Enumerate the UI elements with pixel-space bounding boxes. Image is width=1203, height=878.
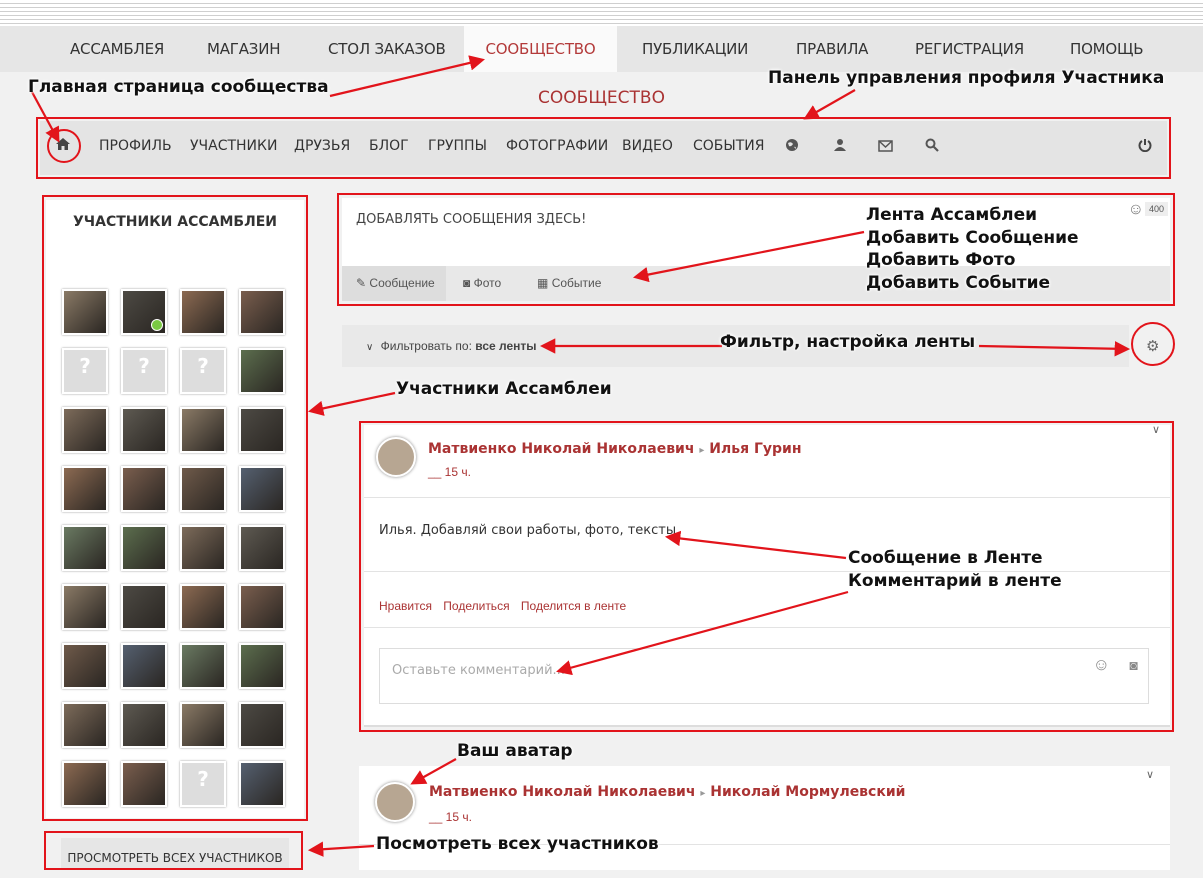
annotation-feed-3: Добавить Фото <box>866 250 1016 270</box>
annotation-view-all: Посмотреть всех участников <box>376 834 659 854</box>
author-avatar[interactable] <box>375 782 415 822</box>
annotation-profile-panel: Панель управления профиля Участника <box>768 68 1165 88</box>
annotation-filter: Фильтр, настройка ленты <box>720 332 976 352</box>
annotation-feed-2: Добавить Сообщение <box>866 228 1079 248</box>
annotation-main-page: Главная страница сообщества <box>28 77 329 97</box>
top-nav-assembly[interactable]: АССАМБЛЕЯ <box>70 26 164 72</box>
annotation-feed-1: Лента Ассамблеи <box>866 205 1038 225</box>
callout-view-all <box>44 831 303 870</box>
top-nav-publications[interactable]: ПУБЛИКАЦИИ <box>642 26 748 72</box>
top-nav-registration[interactable]: РЕГИСТРАЦИЯ <box>915 26 1024 72</box>
feed-post: Матвиенко Николай Николаевич ▸ Николай М… <box>359 766 1170 870</box>
top-nav-shop[interactable]: МАГАЗИН <box>207 26 281 72</box>
top-nav: АССАМБЛЕЯ МАГАЗИН СТОЛ ЗАКАЗОВ СООБЩЕСТВ… <box>0 26 1203 72</box>
annotation-message: Сообщение в Ленте <box>848 548 1043 568</box>
post-time: __ 15 ч. <box>429 810 472 824</box>
callout-gear <box>1131 322 1175 366</box>
filter-value: все ленты <box>475 339 537 353</box>
post-menu-chevron-icon[interactable]: ∨ <box>1146 768 1154 781</box>
filter-prefix: Фильтровать по: <box>380 339 472 353</box>
post-author[interactable]: Матвиенко Николай Николаевич <box>429 784 695 800</box>
annotation-avatar: Ваш аватар <box>457 741 573 761</box>
callout-members <box>42 195 308 821</box>
post-target[interactable]: Николай Мормулевский <box>710 784 905 800</box>
callout-home <box>47 129 81 163</box>
post-author-line: Матвиенко Николай Николаевич ▸ Николай М… <box>429 784 905 800</box>
top-nav-help[interactable]: ПОМОЩЬ <box>1070 26 1144 72</box>
annotation-members: Участники Ассамблеи <box>396 379 612 399</box>
top-nav-community[interactable]: СООБЩЕСТВО <box>464 26 617 72</box>
top-nav-orders[interactable]: СТОЛ ЗАКАЗОВ <box>328 26 446 72</box>
top-stripe <box>0 0 1203 26</box>
post-arrow: ▸ <box>700 788 706 799</box>
chevron-down-icon: ∨ <box>366 342 374 353</box>
callout-profile-panel <box>36 117 1171 179</box>
annotation-feed-4: Добавить Событие <box>866 273 1051 293</box>
top-nav-rules[interactable]: ПРАВИЛА <box>796 26 868 72</box>
annotation-comment: Комментарий в ленте <box>848 571 1062 591</box>
